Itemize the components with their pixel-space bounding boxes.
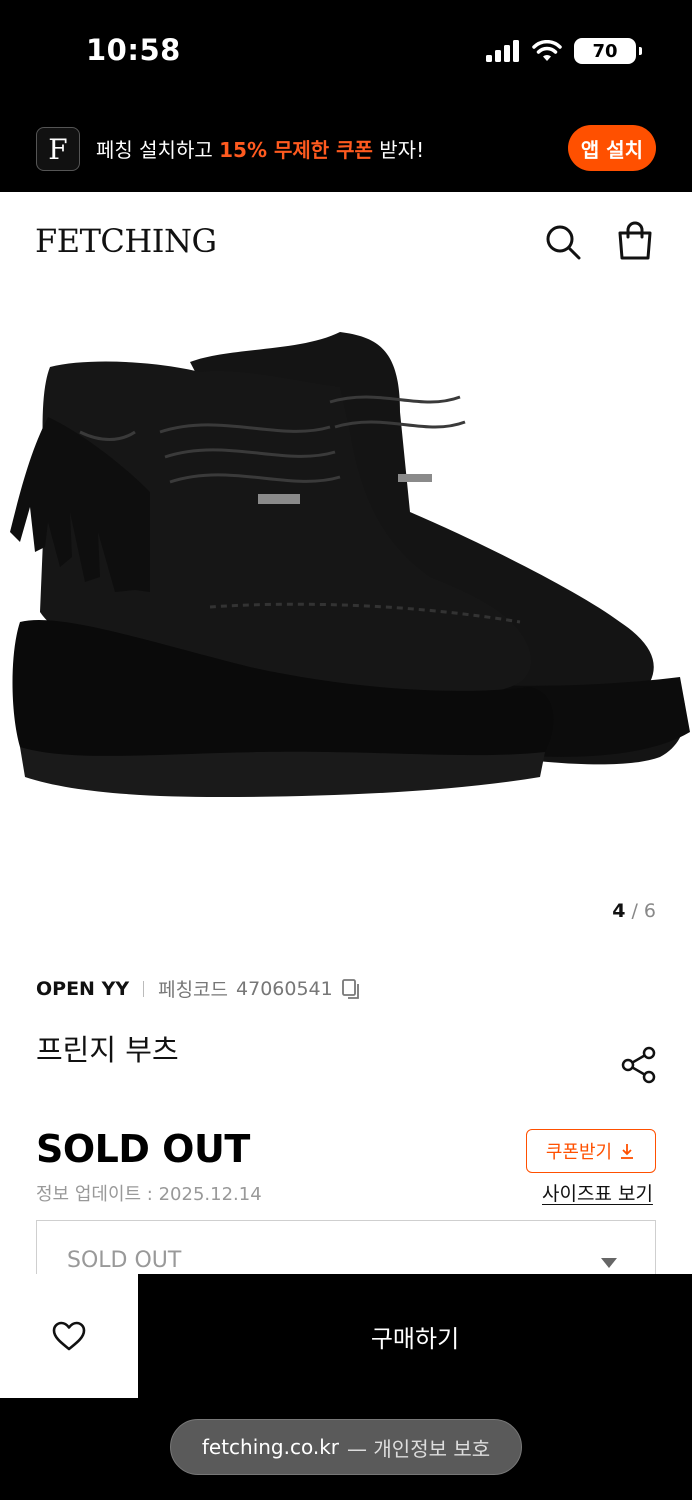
browser-bar: fetching.co.kr — 개인정보 보호 bbox=[0, 1398, 692, 1500]
battery-icon: 70 bbox=[574, 38, 642, 64]
share-icon[interactable] bbox=[620, 1046, 658, 1084]
promo-text: 페칭 설치하고 15% 무제한 쿠폰 받자! bbox=[96, 134, 424, 163]
promo-text-highlight: 15% 무제한 쿠폰 bbox=[219, 138, 373, 162]
install-app-button[interactable]: 앱 설치 bbox=[568, 125, 656, 171]
dropdown-caret-icon bbox=[601, 1258, 617, 1268]
status-time: 10:58 bbox=[86, 33, 181, 67]
url-bar[interactable]: fetching.co.kr — 개인정보 보호 bbox=[170, 1419, 522, 1475]
image-counter: 4 / 6 bbox=[612, 900, 656, 922]
image-counter-separator: / bbox=[625, 900, 644, 922]
url-domain: fetching.co.kr bbox=[201, 1435, 340, 1459]
promo-text-pre: 페칭 설치하고 bbox=[96, 138, 220, 162]
wifi-icon bbox=[532, 40, 562, 61]
search-icon[interactable] bbox=[543, 222, 583, 262]
status-bar: 10:58 70 bbox=[0, 0, 692, 105]
boot-tag-back bbox=[398, 474, 432, 482]
buy-button[interactable]: 구매하기 bbox=[138, 1274, 692, 1398]
brand-logo[interactable]: FETCHING bbox=[35, 222, 217, 260]
bottom-action-bar: 구매하기 bbox=[0, 1274, 692, 1398]
site-header: FETCHING bbox=[0, 192, 692, 292]
divider bbox=[143, 980, 145, 997]
promo-text-post: 받자! bbox=[372, 138, 425, 162]
product-image[interactable] bbox=[0, 292, 692, 892]
brand-row: OPEN YY 페칭코드 47060541 bbox=[36, 975, 363, 1002]
download-icon bbox=[621, 1144, 634, 1159]
image-counter-total: 6 bbox=[643, 900, 656, 922]
status-icons: 70 bbox=[486, 38, 642, 64]
app-install-banner[interactable]: F 페칭 설치하고 15% 무제한 쿠폰 받자! 앱 설치 bbox=[0, 105, 692, 192]
shopping-bag-icon[interactable] bbox=[614, 220, 656, 262]
battery-level: 70 bbox=[592, 40, 618, 62]
image-counter-current: 4 bbox=[612, 900, 626, 922]
price-status: SOLD OUT bbox=[36, 1127, 250, 1171]
option-select-value: SOLD OUT bbox=[67, 1248, 182, 1273]
app-screen: 10:58 70 F 페칭 설치하고 15% 무제한 쿠폰 받자! 앱 설치 F… bbox=[0, 0, 692, 1500]
boot-tag-front bbox=[258, 494, 300, 504]
privacy-label: — 개인정보 보호 bbox=[347, 1436, 491, 1461]
product-code-label: 페칭코드 bbox=[158, 979, 229, 1001]
brand-name[interactable]: OPEN YY bbox=[36, 978, 129, 1000]
size-chart-link[interactable]: 사이즈표 보기 bbox=[542, 1179, 653, 1206]
product-code-value: 47060541 bbox=[236, 977, 333, 1000]
product-title: 프린지 부츠 bbox=[36, 1033, 179, 1067]
signal-icon bbox=[486, 40, 519, 62]
get-coupon-label: 쿠폰받기 bbox=[545, 1142, 613, 1163]
get-coupon-button[interactable]: 쿠폰받기 bbox=[526, 1129, 656, 1173]
info-updated-date: 정보 업데이트 : 2025.12.14 bbox=[36, 1184, 262, 1205]
app-logo-icon: F bbox=[36, 127, 80, 171]
wishlist-button[interactable] bbox=[0, 1274, 138, 1398]
copy-icon[interactable] bbox=[341, 978, 363, 1000]
heart-icon bbox=[52, 1321, 86, 1351]
